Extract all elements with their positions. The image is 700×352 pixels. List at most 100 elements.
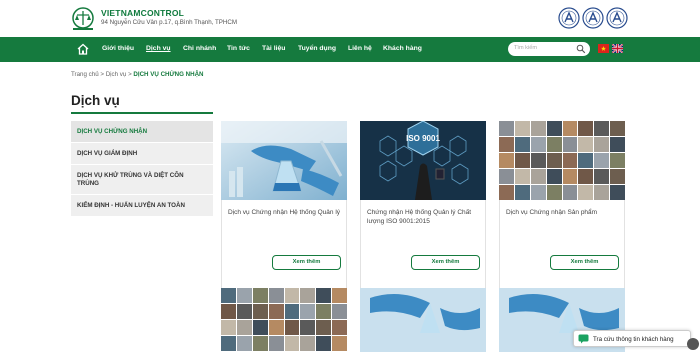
mosaic-tile — [236, 304, 252, 319]
mosaic-tile — [284, 304, 300, 319]
product-mosaic-image[interactable] — [499, 121, 625, 200]
mosaic-tile — [514, 153, 530, 168]
mosaic-tile — [578, 185, 594, 200]
customer-lookup-label: Tra cứu thông tin khách hàng — [593, 336, 674, 343]
brand-name[interactable]: VIETNAMCONTROL — [101, 8, 184, 18]
service-card — [221, 288, 347, 352]
mosaic-tile — [316, 288, 332, 303]
mosaic-tile — [514, 121, 530, 136]
mosaic-tile — [252, 288, 268, 303]
service-card: Dịch vụ Chứng nhận Sản phẩm Xem thêm — [499, 121, 625, 296]
mosaic-tile — [530, 121, 546, 136]
mosaic-tile — [610, 121, 625, 136]
mosaic-tile — [332, 288, 347, 303]
search-input[interactable]: Tìm kiếm — [508, 42, 590, 56]
sidebar-item-giam-dinh[interactable]: DỊCH VỤ GIÁM ĐỊNH — [71, 143, 213, 165]
mosaic-tile — [546, 137, 562, 152]
mosaic-tile — [562, 185, 578, 200]
nav-item-tin-tuc[interactable]: Tin tức — [227, 45, 250, 52]
main-nav: Giới thiệu Dịch vụ Chi nhánh Tin tức Tài… — [0, 37, 700, 62]
mosaic-tile — [594, 137, 610, 152]
breadcrumb-separator: > — [98, 71, 106, 78]
mosaic-tile — [284, 320, 300, 335]
vietnamcontrol-logo[interactable] — [70, 7, 96, 31]
search-icon[interactable] — [576, 44, 586, 54]
mosaic-tile — [300, 336, 316, 351]
product-mosaic-image[interactable] — [221, 288, 347, 352]
chat-icon — [578, 334, 589, 344]
mosaic-tile — [300, 320, 316, 335]
mosaic-tile — [594, 121, 610, 136]
nav-item-tuyen-dung[interactable]: Tuyển dụng — [298, 45, 336, 52]
nav-item-lien-he[interactable]: Liên hệ — [348, 45, 372, 52]
nav-item-gioi-thieu[interactable]: Giới thiệu — [102, 45, 134, 52]
nav-item-dich-vu[interactable]: Dịch vụ — [146, 45, 171, 52]
sidebar: DỊCH VỤ CHỨNG NHẬN DỊCH VỤ GIÁM ĐỊNH DỊC… — [71, 121, 213, 217]
mosaic-tile — [284, 336, 300, 351]
product-mosaic — [221, 288, 347, 352]
mosaic-tile — [562, 169, 578, 184]
sidebar-item-kiem-dinh[interactable]: KIỂM ĐỊNH - HUẤN LUYỆN AN TOÀN — [71, 195, 213, 217]
nav-item-chi-nhanh[interactable]: Chi nhánh — [183, 45, 216, 52]
iso-9001-image[interactable]: ISO 9001 — [360, 121, 486, 200]
lab-flask-image[interactable] — [221, 121, 347, 200]
nav-item-tai-lieu[interactable]: Tài liệu — [262, 45, 285, 52]
breadcrumb-current: DỊCH VỤ CHỨNG NHẬN — [133, 71, 204, 78]
mosaic-tile — [268, 336, 284, 351]
home-icon[interactable] — [76, 42, 90, 56]
mosaic-tile — [562, 153, 578, 168]
mosaic-tile — [530, 169, 546, 184]
mosaic-tile — [499, 169, 514, 184]
mosaic-tile — [499, 121, 514, 136]
uk-flag-icon[interactable] — [612, 44, 623, 53]
mosaic-tile — [578, 137, 594, 152]
certification-badge-icon — [558, 7, 580, 29]
mosaic-tile — [268, 288, 284, 303]
sidebar-item-khu-trung[interactable]: DỊCH VỤ KHỬ TRÙNG VÀ DIỆT CÔN TRÙNG — [71, 165, 213, 195]
mosaic-tile — [268, 304, 284, 319]
card-title[interactable]: Dịch vụ Chứng nhận Hệ thống Quản lý — [228, 208, 342, 217]
mosaic-tile — [221, 304, 236, 319]
mosaic-tile — [594, 169, 610, 184]
mosaic-tile — [252, 336, 268, 351]
mosaic-tile — [236, 288, 252, 303]
mosaic-tile — [332, 336, 347, 351]
mosaic-tile — [546, 153, 562, 168]
mosaic-tile — [316, 336, 332, 351]
nav-item-khach-hang[interactable]: Khách hàng — [383, 45, 422, 52]
settings-icon[interactable] — [687, 338, 699, 350]
card-title[interactable]: Chứng nhận Hệ thống Quản lý Chất lượng I… — [367, 208, 481, 226]
mosaic-tile — [514, 185, 530, 200]
breadcrumb-parent[interactable]: Dịch vụ — [106, 71, 127, 78]
iso-label: ISO 9001 — [406, 134, 440, 143]
mosaic-tile — [499, 137, 514, 152]
card-title[interactable]: Dịch vụ Chứng nhận Sản phẩm — [506, 208, 620, 217]
mosaic-tile — [332, 320, 347, 335]
site-header: VIETNAMCONTROL 94 Nguyễn Cửu Vân p.17, q… — [0, 0, 700, 37]
mosaic-tile — [530, 137, 546, 152]
read-more-button[interactable]: Xem thêm — [411, 255, 480, 270]
page-title: Dịch vụ — [71, 93, 120, 108]
card-body: Dịch vụ Chứng nhận Hệ thống Quản lý Xem … — [221, 200, 347, 296]
mosaic-tile — [610, 153, 625, 168]
product-mosaic — [499, 121, 625, 200]
mosaic-tile — [562, 121, 578, 136]
mosaic-tile — [530, 153, 546, 168]
read-more-button[interactable]: Xem thêm — [272, 255, 341, 270]
service-card: ISO 9001 Chứng nhận Hệ thống Quản lý Chấ… — [360, 121, 486, 296]
mosaic-tile — [332, 304, 347, 319]
mosaic-tile — [546, 185, 562, 200]
breadcrumb-home[interactable]: Trang chủ — [71, 71, 99, 78]
mosaic-tile — [578, 121, 594, 136]
title-underline — [71, 112, 213, 114]
sidebar-item-chung-nhan[interactable]: DỊCH VỤ CHỨNG NHẬN — [71, 121, 213, 143]
lab-flask-image[interactable] — [360, 288, 486, 352]
customer-lookup-widget[interactable]: Tra cứu thông tin khách hàng — [573, 330, 691, 347]
read-more-button[interactable]: Xem thêm — [550, 255, 619, 270]
vietnam-flag-icon[interactable] — [598, 44, 609, 53]
mosaic-tile — [236, 320, 252, 335]
certification-badge-icon — [582, 7, 604, 29]
mosaic-tile — [610, 169, 625, 184]
search-placeholder: Tìm kiếm — [514, 45, 537, 51]
service-card: Dịch vụ Chứng nhận Hệ thống Quản lý Xem … — [221, 121, 347, 296]
